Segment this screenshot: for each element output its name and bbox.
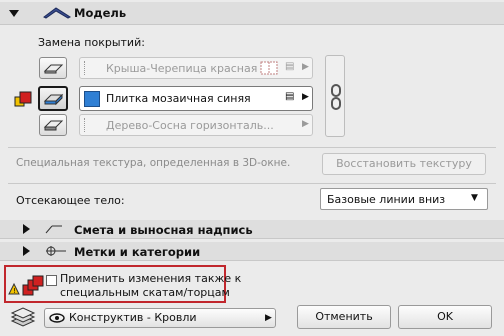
- svg-text:!: !: [13, 287, 16, 295]
- cover-replace-label: Замена покрытий:: [38, 36, 145, 49]
- section-header-estimate[interactable]: Смета и выносная надпись: [0, 220, 504, 239]
- special-surfaces-frame: ! Применить изменения также к специальны…: [4, 265, 241, 303]
- apply-label-line1: Применить изменения также к: [60, 272, 242, 285]
- apply-label-line2: специальным скатам/торцам: [60, 286, 230, 299]
- section-title-estimate: Смета и выносная надпись: [74, 223, 253, 237]
- cut-body-label: Отсекающее тело:: [16, 194, 125, 207]
- document-icon: ▤: [285, 91, 295, 102]
- layer-value: Конструктив - Кровли: [69, 311, 197, 324]
- model-section-header[interactable]: Модель: [0, 2, 504, 25]
- apply-checkbox[interactable]: [46, 275, 57, 286]
- surface-bottom-button[interactable]: [39, 114, 67, 136]
- cut-body-select[interactable]: Базовые линии вниз ▼: [320, 188, 488, 210]
- material-row-bottom[interactable]: Дерево-Сосна горизонталь... ▶: [79, 114, 313, 136]
- chain-link-icon: [331, 84, 341, 110]
- cancel-button[interactable]: Отменить: [297, 305, 391, 329]
- texture-note: Специальная текстура, определенная в 3D-…: [16, 157, 291, 169]
- link-materials-toggle[interactable]: [325, 55, 345, 137]
- document-icon: ▤: [285, 61, 295, 72]
- label-tag-icon: [45, 225, 62, 234]
- arrow-right-icon: ▶: [265, 313, 272, 323]
- layers-icon: [10, 307, 36, 327]
- restore-texture-button[interactable]: Восстановить текстуру: [322, 153, 486, 175]
- cut-body-value: Базовые линии вниз: [327, 193, 446, 206]
- expand-triangle-icon[interactable]: [23, 224, 30, 234]
- chevron-down-icon: ▼: [471, 193, 478, 203]
- section-title-tags: Метки и категории: [74, 245, 201, 259]
- surface-bottom-icon: [43, 120, 64, 131]
- divider: [8, 147, 496, 148]
- divider: [8, 183, 496, 184]
- surface-side-button[interactable]: [38, 86, 68, 111]
- selection-marker-icon: [14, 91, 32, 107]
- arrow-right-icon[interactable]: ▶: [302, 62, 309, 72]
- surface-side-icon: [43, 93, 64, 106]
- model-section-title: Модель: [74, 6, 127, 20]
- ok-button[interactable]: OK: [398, 305, 492, 329]
- texture-preview-icon: [260, 61, 278, 75]
- expand-triangle-icon[interactable]: [23, 246, 30, 256]
- arrow-right-icon[interactable]: ▶: [302, 119, 309, 129]
- material-swatch: [84, 118, 99, 132]
- material-row-top[interactable]: Крыша-Черепица красная ▤ ▶: [79, 57, 313, 79]
- material-label: Плитка мозаичная синяя: [106, 92, 251, 105]
- roof-model-icon: [43, 7, 72, 19]
- tags-categories-icon: [46, 246, 66, 256]
- material-label: Крыша-Черепица красная: [106, 62, 258, 75]
- section-header-tags[interactable]: Метки и категории: [0, 242, 504, 261]
- collapse-triangle-icon[interactable]: [9, 10, 19, 17]
- material-swatch: [84, 61, 99, 75]
- eye-icon: [49, 313, 65, 323]
- material-row-side[interactable]: Плитка мозаичная синяя ▤ ▶: [79, 86, 313, 111]
- material-swatch-blue: [84, 91, 100, 107]
- material-label: Дерево-Сосна горизонталь...: [106, 119, 274, 132]
- surface-top-icon: [43, 64, 64, 74]
- warning-icon: !: [8, 283, 20, 295]
- arrow-right-icon[interactable]: ▶: [302, 92, 309, 102]
- surface-top-button[interactable]: [39, 57, 67, 79]
- stacked-layers-red-icon: [22, 275, 44, 296]
- layer-select[interactable]: Конструктив - Кровли ▶: [44, 308, 276, 328]
